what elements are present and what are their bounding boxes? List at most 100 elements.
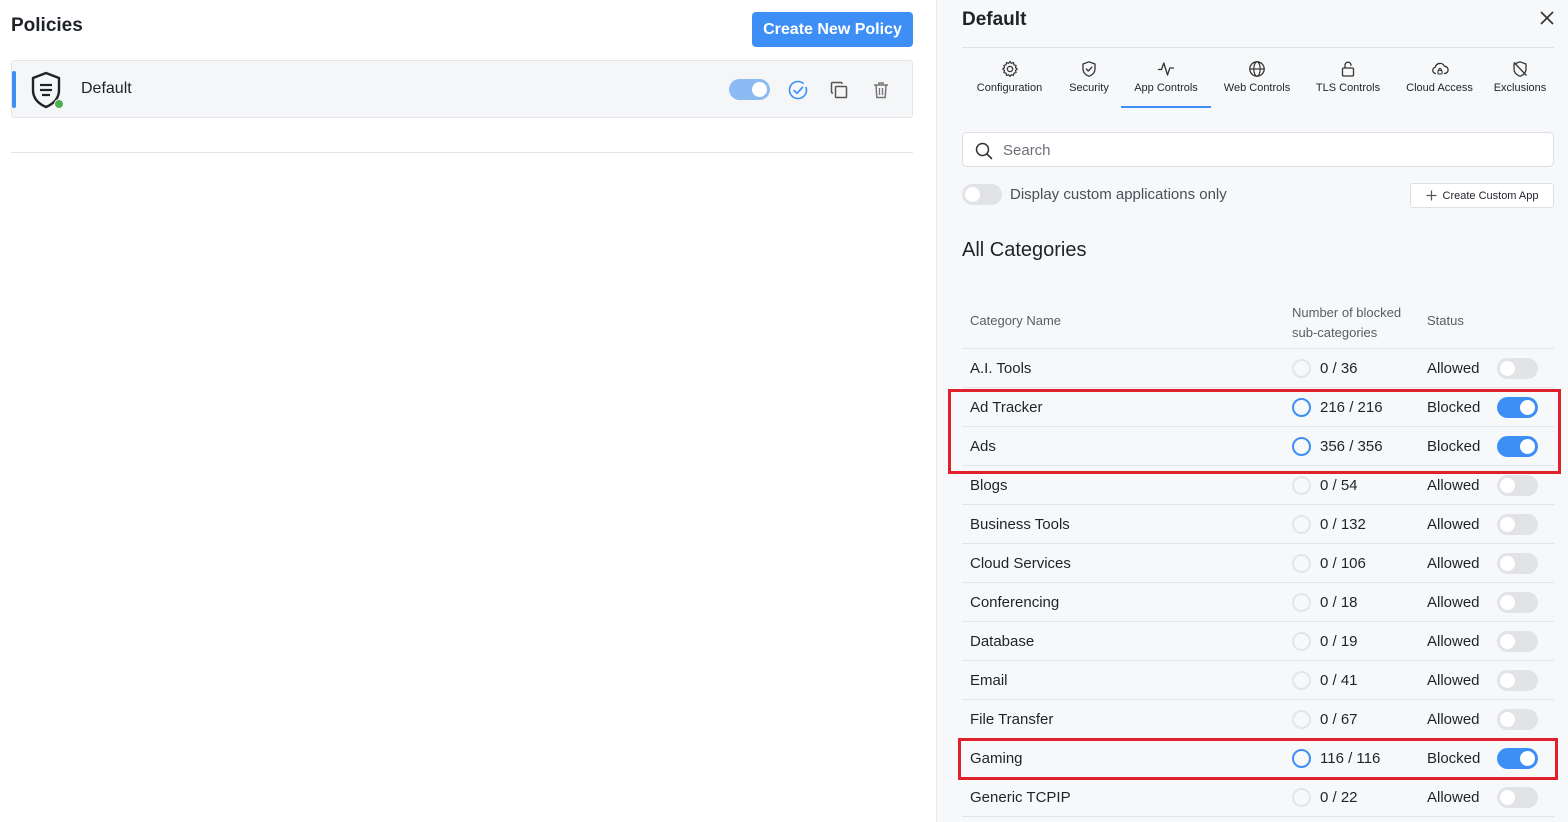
search-icon (975, 142, 993, 160)
policy-name: Default (81, 80, 132, 97)
section-title: All Categories (962, 239, 1087, 261)
category-name: Email (970, 672, 1008, 689)
close-icon[interactable] (1538, 9, 1556, 27)
page-title: Policies (11, 15, 83, 36)
blocked-count: 0 / 41 (1320, 672, 1358, 689)
table-row[interactable]: Email 0 / 41 Allowed (962, 661, 1554, 700)
tab-label: Cloud Access (1406, 82, 1473, 94)
category-name: File Transfer (970, 711, 1054, 728)
table-row[interactable]: Ads 356 / 356 Blocked (962, 427, 1554, 466)
status-text: Allowed (1427, 594, 1480, 611)
custom-apps-only-label: Display custom applications only (1010, 186, 1227, 203)
block-toggle[interactable] (1497, 787, 1538, 808)
tab-tls-controls[interactable]: TLS Controls (1303, 56, 1393, 108)
tab-cloud-access[interactable]: Cloud Access (1393, 56, 1486, 108)
blocked-progress-ring (1292, 359, 1311, 378)
search-input[interactable] (1003, 139, 1543, 161)
block-toggle[interactable] (1497, 709, 1538, 730)
activity-icon (1157, 62, 1175, 76)
tab-app-controls[interactable]: App Controls (1121, 56, 1211, 108)
block-toggle[interactable] (1497, 358, 1538, 379)
category-name: Generic TCPIP (970, 789, 1071, 806)
shield-off-icon (1513, 61, 1527, 77)
blocked-progress-ring (1292, 710, 1311, 729)
category-name: Gaming (970, 750, 1023, 767)
blocked-count: 216 / 216 (1320, 399, 1383, 416)
tab-configuration[interactable]: Configuration (962, 56, 1057, 108)
custom-apps-only-toggle[interactable] (962, 184, 1002, 205)
table-row[interactable]: Business Tools 0 / 132 Allowed (962, 505, 1554, 544)
create-custom-app-button[interactable]: Create Custom App (1410, 183, 1554, 208)
blocked-count: 0 / 54 (1320, 477, 1358, 494)
check-circle-icon[interactable] (786, 78, 810, 102)
blocked-progress-ring (1292, 398, 1311, 417)
categories-table: Category Name Number of blocked sub-cate… (962, 296, 1554, 817)
copy-icon[interactable] (827, 78, 851, 102)
blocked-progress-ring (1292, 788, 1311, 807)
block-toggle[interactable] (1497, 436, 1538, 457)
online-status-dot (54, 99, 64, 109)
block-toggle[interactable] (1497, 631, 1538, 652)
status-text: Allowed (1427, 633, 1480, 650)
tab-security[interactable]: Security (1057, 56, 1121, 108)
plus-icon (1426, 190, 1436, 201)
category-name: Ad Tracker (970, 399, 1043, 416)
table-row[interactable]: Cloud Services 0 / 106 Allowed (962, 544, 1554, 583)
table-row[interactable]: Blogs 0 / 54 Allowed (962, 466, 1554, 505)
tab-label: Web Controls (1223, 82, 1291, 94)
tab-label: Exclusions (1493, 82, 1547, 94)
category-name: Blogs (970, 477, 1008, 494)
status-text: Blocked (1427, 750, 1481, 767)
panel-title: Default (962, 9, 1027, 30)
category-name: Ads (970, 438, 996, 455)
tab-label: Security (1069, 82, 1109, 94)
status-text: Blocked (1427, 399, 1481, 416)
divider (11, 152, 913, 153)
block-toggle[interactable] (1497, 475, 1538, 496)
policies-pane: Policies Create New Policy Default (0, 0, 936, 822)
selected-indicator (12, 71, 16, 108)
block-toggle[interactable] (1497, 553, 1538, 574)
block-toggle[interactable] (1497, 514, 1538, 535)
status-text: Allowed (1427, 477, 1480, 494)
tab-web-controls[interactable]: Web Controls (1211, 56, 1303, 108)
status-text: Allowed (1427, 360, 1480, 377)
tab-exclusions[interactable]: Exclusions (1486, 56, 1554, 108)
tab-label: App Controls (1134, 82, 1198, 94)
category-name: Database (970, 633, 1035, 650)
trash-icon[interactable] (869, 78, 893, 102)
category-name: Cloud Services (970, 555, 1071, 572)
table-row[interactable]: Database 0 / 19 Allowed (962, 622, 1554, 661)
column-header-blocked-line1: Number of blocked (1292, 305, 1402, 320)
block-toggle[interactable] (1497, 592, 1538, 613)
table-row[interactable]: Generic TCPIP 0 / 22 Allowed (962, 778, 1554, 817)
block-toggle[interactable] (1497, 397, 1538, 418)
blocked-count: 0 / 106 (1320, 555, 1366, 572)
table-row[interactable]: A.I. Tools 0 / 36 Allowed (962, 349, 1554, 388)
blocked-count: 0 / 19 (1320, 633, 1358, 650)
search-box (962, 132, 1554, 167)
cloud-lock-icon (1431, 62, 1449, 75)
block-toggle[interactable] (1497, 748, 1538, 769)
blocked-count: 0 / 67 (1320, 711, 1358, 728)
policy-card-default[interactable]: Default (11, 60, 913, 118)
status-text: Allowed (1427, 555, 1480, 572)
table-row[interactable]: File Transfer 0 / 67 Allowed (962, 700, 1554, 739)
create-custom-app-label: Create Custom App (1442, 189, 1539, 202)
blocked-count: 356 / 356 (1320, 438, 1383, 455)
table-row[interactable]: Gaming 116 / 116 Blocked (962, 739, 1554, 778)
divider (962, 47, 1554, 48)
table-body: A.I. Tools 0 / 36 Allowed Ad Tracker 216 / 2… (962, 349, 1554, 817)
table-header: Category Name Number of blocked sub-cate… (962, 296, 1554, 349)
category-name: A.I. Tools (970, 360, 1032, 377)
table-row[interactable]: Conferencing 0 / 18 Allowed (962, 583, 1554, 622)
column-header-status: Status (1427, 313, 1464, 328)
blocked-count: 0 / 22 (1320, 789, 1358, 806)
create-new-policy-button[interactable]: Create New Policy (752, 12, 913, 47)
tab-label: TLS Controls (1315, 82, 1381, 94)
column-header-blocked-line2: sub-categories (1292, 325, 1378, 340)
globe-icon (1249, 61, 1265, 77)
policy-enable-toggle[interactable] (729, 79, 770, 100)
table-row[interactable]: Ad Tracker 216 / 216 Blocked (962, 388, 1554, 427)
block-toggle[interactable] (1497, 670, 1538, 691)
